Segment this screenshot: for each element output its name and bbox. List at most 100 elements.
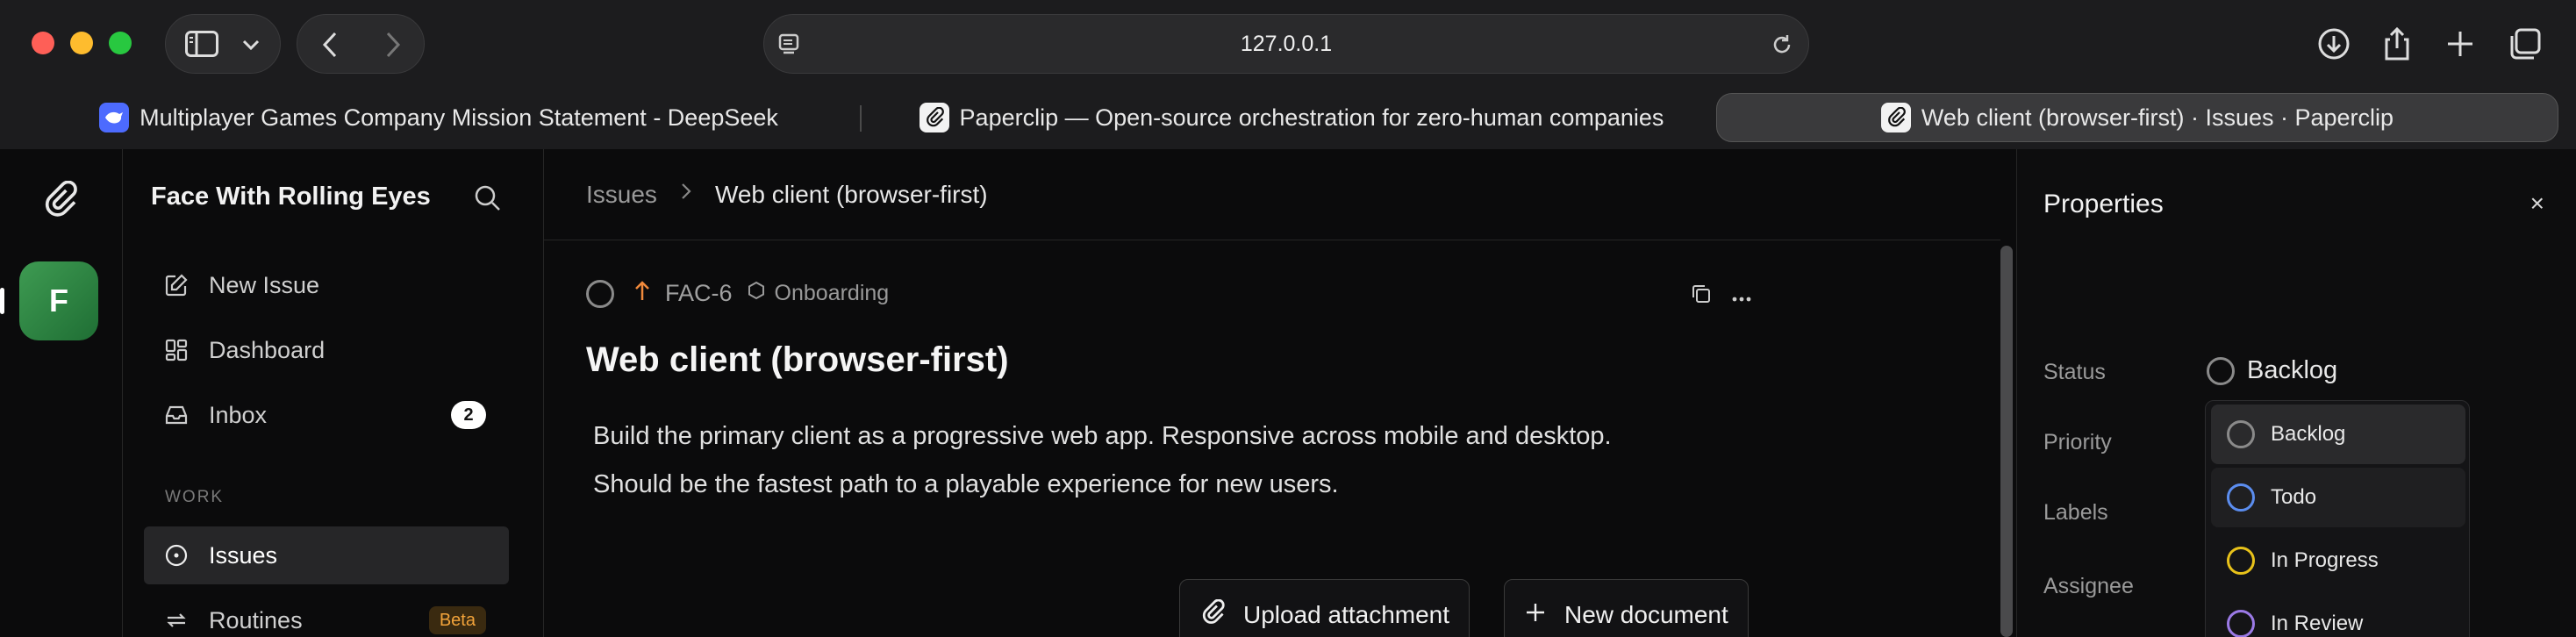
breadcrumb-issues-link[interactable]: Issues <box>586 181 657 209</box>
routines-icon <box>163 607 190 633</box>
description-line: Should be the fastest path to a playable… <box>593 470 1339 498</box>
status-option-in-progress[interactable]: In Progress <box>2211 531 2465 590</box>
sidebar-icon[interactable] <box>185 31 218 61</box>
close-window-button[interactable] <box>32 32 54 54</box>
forward-icon[interactable] <box>382 31 403 63</box>
issue-meta-row: FAC-6 Onboarding <box>586 279 889 308</box>
address-bar[interactable]: 127.0.0.1 <box>763 14 1809 74</box>
plus-icon <box>1524 601 1547 630</box>
chevron-down-icon[interactable] <box>241 36 261 58</box>
search-icon[interactable] <box>474 184 502 217</box>
company-rail: F <box>0 149 123 637</box>
sidebar-item-new-issue[interactable]: New Issue <box>144 256 509 314</box>
tab-deepseek[interactable]: Multiplayer Games Company Mission Statem… <box>97 93 781 142</box>
option-label: Todo <box>2271 485 2317 509</box>
active-company-indicator <box>0 288 4 314</box>
section-label-work: WORK <box>165 488 225 506</box>
sidebar: Face With Rolling Eyes New Issue Dashboa… <box>123 149 544 637</box>
paperclip-logo-icon[interactable] <box>40 180 79 224</box>
backlog-circle-icon <box>2227 420 2255 448</box>
zoom-window-button[interactable] <box>109 32 132 54</box>
sidebar-item-inbox[interactable]: Inbox 2 <box>144 386 509 444</box>
paperclip-icon <box>919 103 949 132</box>
dashboard-icon <box>163 337 190 363</box>
description-line: Build the primary client as a progressiv… <box>593 422 1612 450</box>
in-progress-circle-icon <box>2227 547 2255 575</box>
issue-title[interactable]: Web client (browser-first) <box>586 340 1009 380</box>
chevron-right-icon <box>680 182 692 207</box>
deepseek-icon <box>99 103 130 132</box>
status-value: Backlog <box>2247 356 2338 384</box>
back-icon[interactable] <box>320 31 341 63</box>
new-tab-icon[interactable] <box>2437 21 2483 67</box>
issues-icon <box>163 542 190 569</box>
status-label: Status <box>2043 360 2106 384</box>
sidebar-item-label: Inbox <box>209 401 268 428</box>
tab-label: Multiplayer Games Company Mission Statem… <box>140 104 778 131</box>
share-icon[interactable] <box>2374 21 2420 67</box>
button-label: Upload attachment <box>1243 601 1450 628</box>
avatar-letter: F <box>49 283 68 318</box>
reload-icon[interactable] <box>1770 32 1794 61</box>
tab-divider <box>860 105 862 132</box>
tab-overview-icon[interactable] <box>2502 21 2548 67</box>
minimize-window-button[interactable] <box>70 32 93 54</box>
navigation-group <box>297 14 425 74</box>
status-option-in-review[interactable]: In Review <box>2211 594 2465 637</box>
edit-icon <box>163 272 190 298</box>
sidebar-toggle-group[interactable] <box>165 14 281 74</box>
beta-badge: Beta <box>428 606 486 634</box>
priority-high-icon[interactable] <box>633 279 651 308</box>
status-option-backlog[interactable]: Backlog <box>2211 404 2465 464</box>
copy-icon[interactable] <box>1690 283 1713 310</box>
assignee-label: Assignee <box>2043 574 2134 598</box>
status-dropdown: Backlog Todo In Progress In Review <box>2205 400 2470 637</box>
todo-circle-icon <box>2227 483 2255 512</box>
sidebar-item-label: Dashboard <box>209 336 326 363</box>
tab-web-client-issue[interactable]: Web client (browser-first) · Issues · Pa… <box>1716 93 2558 142</box>
browser-titlebar: 127.0.0.1 <box>0 0 2576 88</box>
properties-panel: Properties × Status Priority Labels Assi… <box>2016 149 2576 637</box>
sidebar-item-label: New Issue <box>209 271 320 298</box>
main-scrollbar[interactable] <box>2000 246 2013 637</box>
project-icon <box>747 281 766 306</box>
app-window: F Face With Rolling Eyes New Issue Dashb… <box>0 149 2576 637</box>
labels-label: Labels <box>2043 500 2108 525</box>
company-avatar[interactable]: F <box>19 261 98 340</box>
status-select[interactable]: Backlog <box>2207 356 2337 385</box>
tab-paperclip-home[interactable]: Paperclip — Open-source orchestration fo… <box>909 93 1674 142</box>
status-circle-icon[interactable] <box>586 279 614 308</box>
upload-attachment-button[interactable]: Upload attachment <box>1179 579 1470 637</box>
inbox-count-badge: 2 <box>451 401 486 429</box>
priority-label: Priority <box>2043 430 2112 454</box>
properties-title: Properties <box>2043 190 2164 218</box>
page-menu-icon[interactable] <box>778 32 803 61</box>
status-circle-icon <box>2207 356 2235 385</box>
sidebar-item-issues[interactable]: Issues <box>144 526 509 584</box>
tab-label: Web client (browser-first) · Issues · Pa… <box>1921 104 2394 131</box>
paperclip-icon <box>1880 103 1911 132</box>
sidebar-item-dashboard[interactable]: Dashboard <box>144 321 509 379</box>
issue-id: FAC-6 <box>665 280 733 306</box>
company-name[interactable]: Face With Rolling Eyes <box>151 183 431 211</box>
url-text[interactable]: 127.0.0.1 <box>1241 32 1332 57</box>
sidebar-item-label: Routines <box>209 606 303 633</box>
close-icon[interactable]: × <box>2530 190 2544 218</box>
tab-bar: Multiplayer Games Company Mission Statem… <box>0 88 2576 149</box>
project-link[interactable]: Onboarding <box>775 281 890 306</box>
new-document-button[interactable]: New document <box>1504 579 1749 637</box>
downloads-icon[interactable] <box>2311 21 2357 67</box>
issue-description[interactable]: Build the primary client as a progressiv… <box>593 412 1821 509</box>
sidebar-item-label: Issues <box>209 541 278 569</box>
in-review-circle-icon <box>2227 610 2255 637</box>
option-label: In Review <box>2271 612 2364 635</box>
main-content: Issues Web client (browser-first) FAC-6 … <box>544 149 2013 637</box>
status-option-todo[interactable]: Todo <box>2211 468 2465 527</box>
breadcrumb-current: Web client (browser-first) <box>714 180 988 208</box>
inbox-icon <box>163 402 190 428</box>
breadcrumb: Issues Web client (browser-first) <box>544 149 2000 240</box>
option-label: In Progress <box>2271 548 2379 572</box>
more-options-icon[interactable] <box>1732 291 1751 307</box>
sidebar-item-routines[interactable]: Routines Beta <box>144 591 509 637</box>
button-label: New document <box>1564 601 1728 628</box>
